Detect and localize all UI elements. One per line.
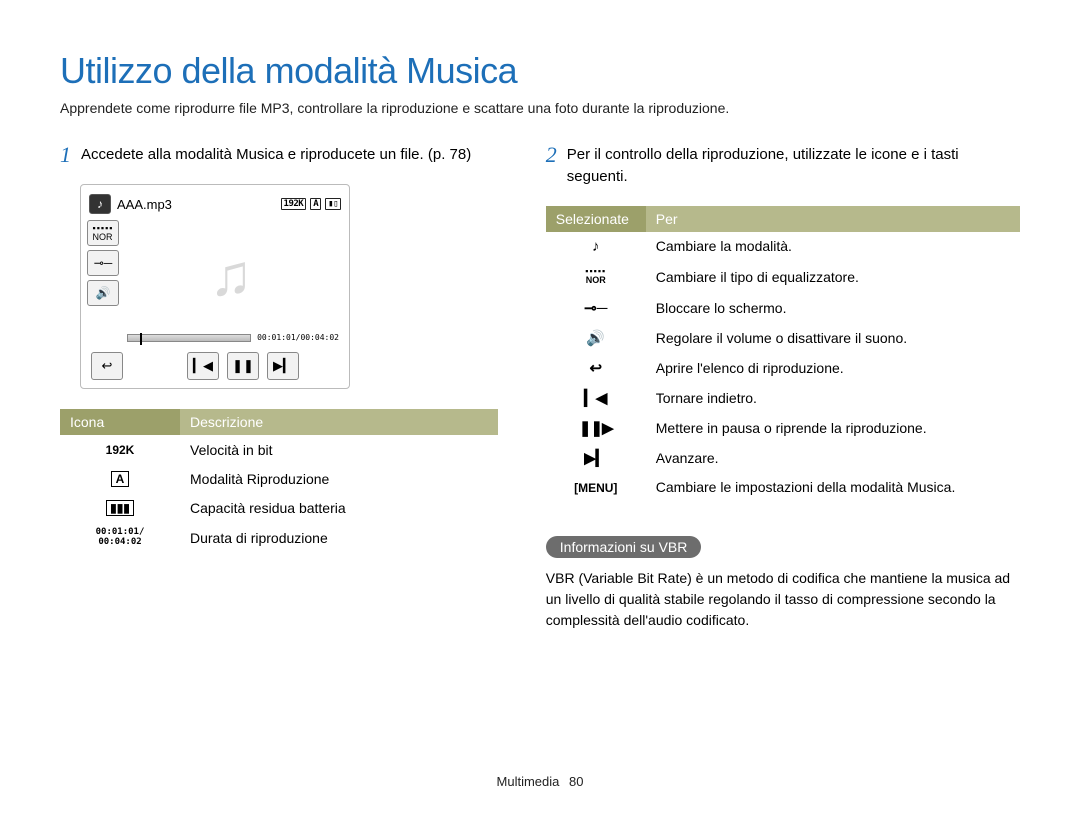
playmode-badge: A bbox=[310, 198, 321, 210]
step-1-number: 1 bbox=[60, 144, 71, 166]
equalizer-nor-icon: ▪▪▪▪▪NOR bbox=[87, 220, 119, 246]
lock-key-icon: ⊸─ bbox=[87, 250, 119, 276]
row-desc: Mettere in pausa o riprende la riproduzi… bbox=[646, 413, 1020, 443]
page-footer: Multimedia 80 bbox=[0, 774, 1080, 789]
row-desc: Modalità Riproduzione bbox=[180, 464, 498, 493]
volume-icon: 🔊 bbox=[87, 280, 119, 306]
lock-key-icon: ⊸─ bbox=[584, 300, 607, 317]
page-title: Utilizzo della modalità Musica bbox=[60, 50, 1020, 92]
row-desc: Capacità residua batteria bbox=[180, 493, 498, 522]
next-track-icon: ▶▎ bbox=[267, 352, 299, 380]
volume-icon: 🔊 bbox=[586, 330, 605, 347]
col-per: Per bbox=[646, 206, 1020, 232]
back-icon: ↩ bbox=[589, 360, 602, 377]
col-icona: Icona bbox=[60, 409, 180, 435]
row-desc: Cambiare la modalità. bbox=[646, 232, 1020, 261]
icon-description-table: Icona Descrizione 192K Velocità in bit A… bbox=[60, 409, 498, 554]
pause-icon: ❚❚ bbox=[227, 352, 259, 380]
row-desc: Cambiare il tipo di equalizzatore. bbox=[646, 261, 1020, 293]
step-1-text: Accedete alla modalità Musica e riproduc… bbox=[81, 144, 471, 166]
row-desc: Velocità in bit bbox=[180, 435, 498, 464]
col-selezionate: Selezionate bbox=[546, 206, 646, 232]
row-desc: Durata di riproduzione bbox=[180, 522, 498, 554]
next-track-icon: ▶▎ bbox=[584, 450, 607, 467]
equalizer-nor-icon: ▪▪▪▪▪NOR bbox=[585, 267, 606, 285]
footer-page-number: 80 bbox=[569, 774, 583, 789]
step-2-text: Per il controllo della riproduzione, uti… bbox=[567, 144, 1020, 188]
info-vbr-heading: Informazioni su VBR bbox=[546, 536, 702, 558]
table-row: A Modalità Riproduzione bbox=[60, 464, 498, 493]
player-filename: AAA.mp3 bbox=[117, 197, 172, 212]
progress-time: 00:01:01/00:04:02 bbox=[257, 334, 339, 342]
footer-section: Multimedia bbox=[497, 774, 560, 789]
table-row: ❚❚▶ Mettere in pausa o riprende la ripro… bbox=[546, 413, 1020, 443]
table-row: 192K Velocità in bit bbox=[60, 435, 498, 464]
table-row: ▮▮▮ Capacità residua batteria bbox=[60, 493, 498, 522]
music-note-icon: ♪ bbox=[89, 194, 111, 214]
album-art-placeholder: ♫ bbox=[119, 220, 343, 330]
player-screenshot: ♪ AAA.mp3 192K A ▮▯ ▪▪▪▪▪NOR ⊸─ 🔊 ♫ bbox=[80, 184, 350, 389]
table-row: 🔊 Regolare il volume o disattivare il su… bbox=[546, 323, 1020, 353]
info-vbr-body: VBR (Variable Bit Rate) è un metodo di c… bbox=[546, 568, 1020, 631]
large-music-note-icon: ♫ bbox=[209, 242, 253, 309]
table-row: ▶▎ Avanzare. bbox=[546, 443, 1020, 473]
step-2-number: 2 bbox=[546, 144, 557, 188]
prev-track-icon: ▎◀ bbox=[187, 352, 219, 380]
back-icon: ↩ bbox=[91, 352, 123, 380]
table-row: ⊸─ Bloccare lo schermo. bbox=[546, 293, 1020, 323]
playmode-icon: A bbox=[111, 471, 130, 487]
controls-table: Selezionate Per ♪ Cambiare la modalità. … bbox=[546, 206, 1020, 502]
table-row: ▎◀ Tornare indietro. bbox=[546, 383, 1020, 413]
table-row: ▪▪▪▪▪NOR Cambiare il tipo di equalizzato… bbox=[546, 261, 1020, 293]
intro-text: Apprendete come riprodurre file MP3, con… bbox=[60, 100, 1020, 116]
menu-label: [MENU] bbox=[574, 481, 617, 495]
progress-bar bbox=[127, 334, 251, 342]
row-desc: Bloccare lo schermo. bbox=[646, 293, 1020, 323]
row-desc: Tornare indietro. bbox=[646, 383, 1020, 413]
battery-icon: ▮▮▮ bbox=[106, 500, 134, 516]
play-pause-icon: ❚❚▶ bbox=[579, 420, 613, 437]
table-row: ↩ Aprire l'elenco di riproduzione. bbox=[546, 353, 1020, 383]
table-row: ♪ Cambiare la modalità. bbox=[546, 232, 1020, 261]
bitrate-badge: 192K bbox=[281, 198, 307, 210]
table-row: [MENU] Cambiare le impostazioni della mo… bbox=[546, 473, 1020, 502]
battery-icon: ▮▯ bbox=[325, 198, 341, 210]
table-row: 00:01:01/00:04:02 Durata di riproduzione bbox=[60, 522, 498, 554]
col-descrizione: Descrizione bbox=[180, 409, 498, 435]
row-desc: Cambiare le impostazioni della modalità … bbox=[646, 473, 1020, 502]
row-desc: Aprire l'elenco di riproduzione. bbox=[646, 353, 1020, 383]
prev-track-icon: ▎◀ bbox=[584, 390, 607, 407]
music-note-icon: ♪ bbox=[592, 238, 600, 255]
row-desc: Regolare il volume o disattivare il suon… bbox=[646, 323, 1020, 353]
duration-icon: 00:01:01/00:04:02 bbox=[96, 527, 145, 547]
bitrate-icon: 192K bbox=[106, 443, 135, 457]
row-desc: Avanzare. bbox=[646, 443, 1020, 473]
